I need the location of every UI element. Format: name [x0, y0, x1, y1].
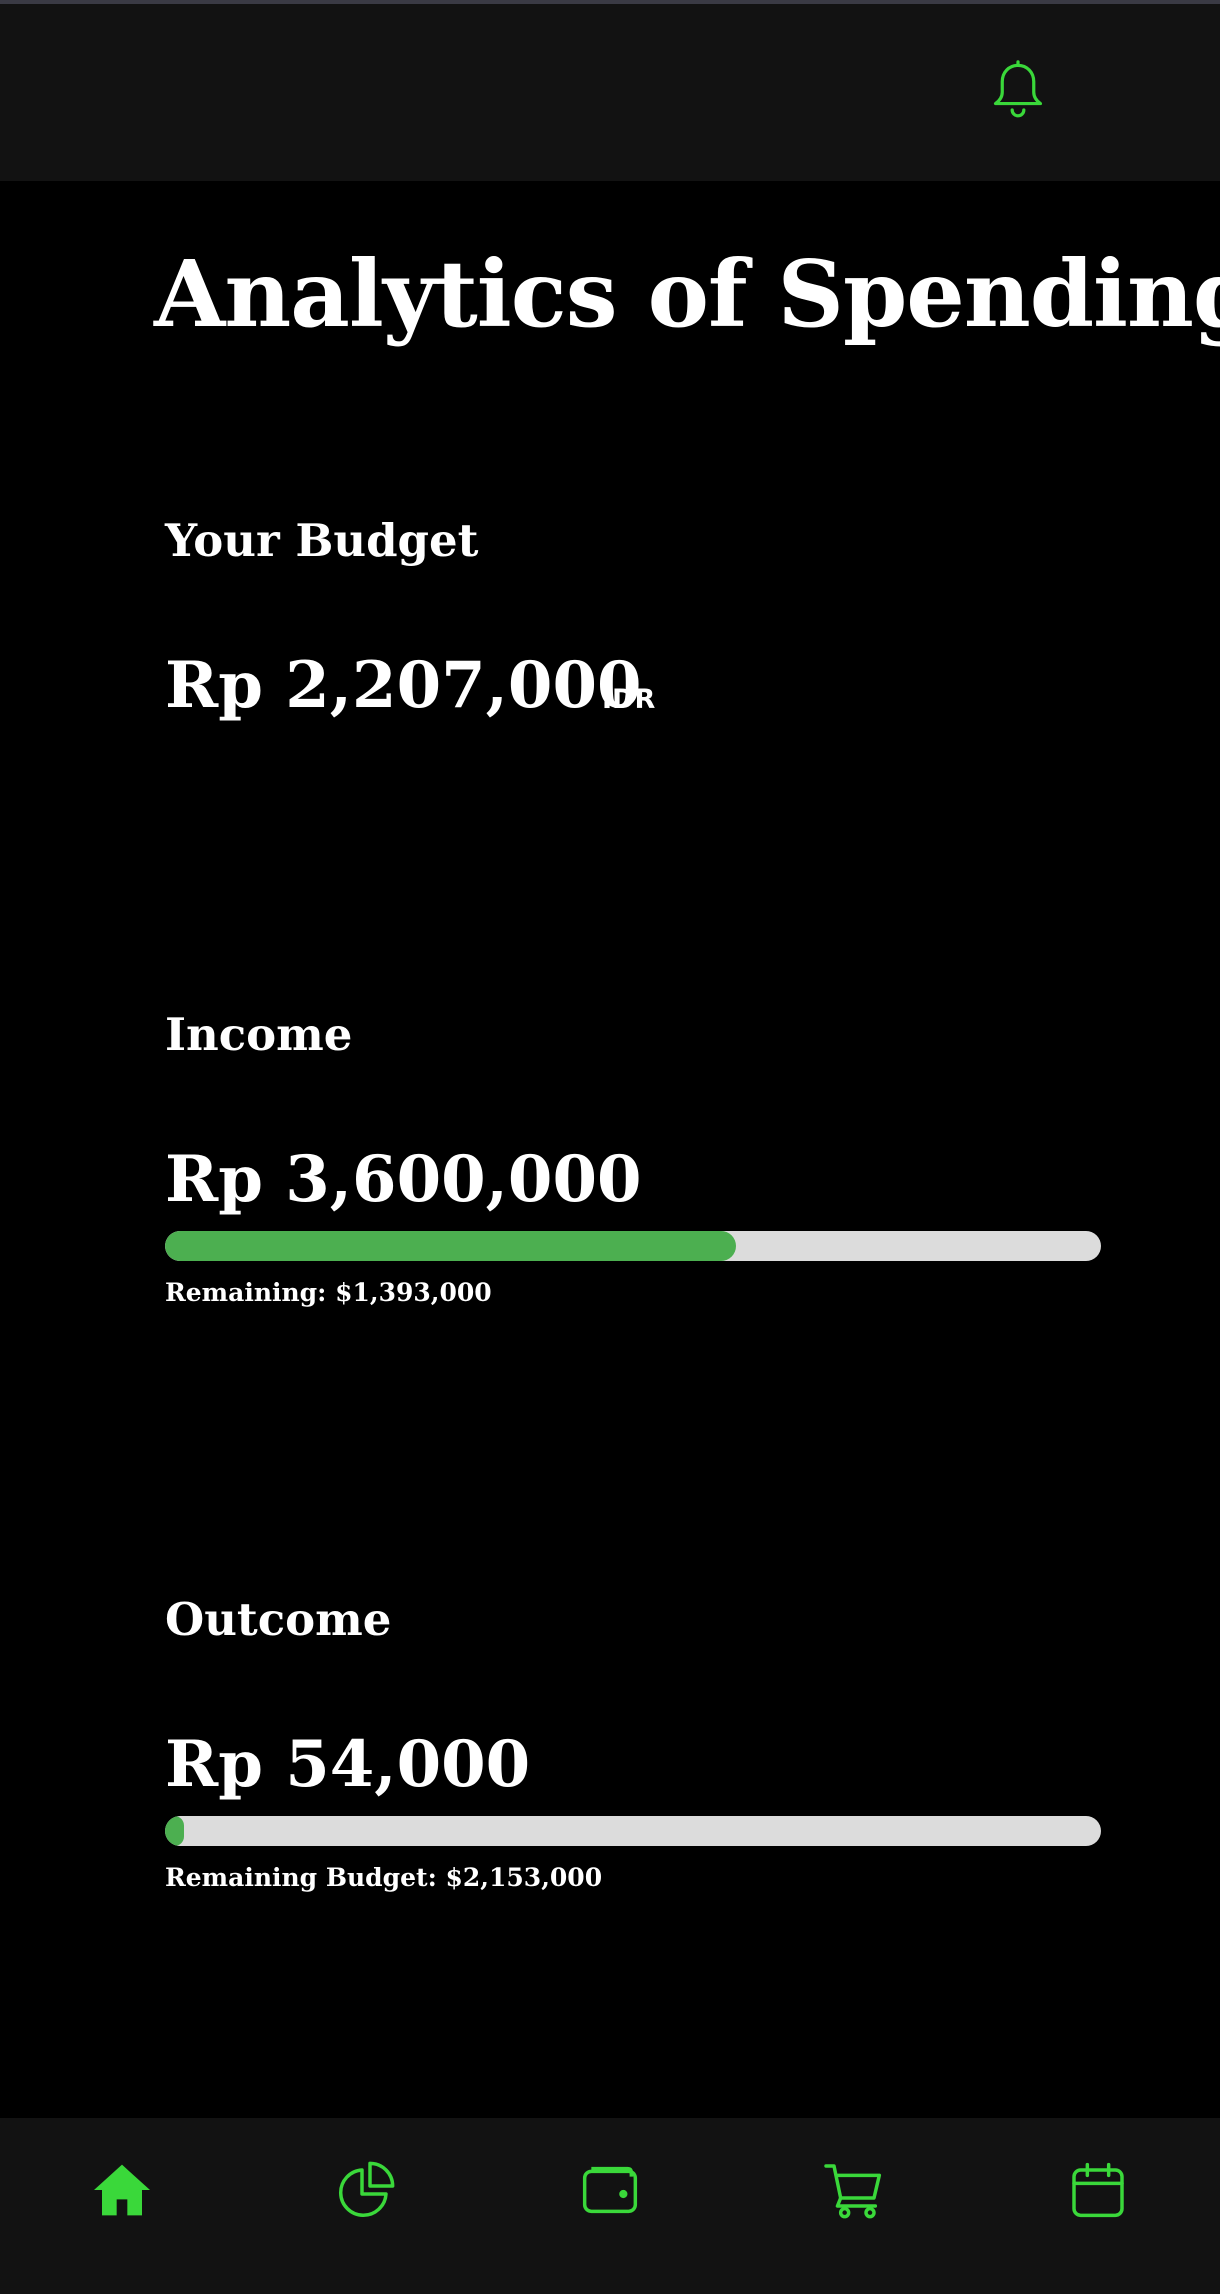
top-app-bar	[0, 4, 1220, 181]
income-amount: Rp 3,600,000	[165, 1142, 642, 1217]
nav-wallet[interactable]	[578, 2158, 642, 2222]
nav-analytics[interactable]	[334, 2158, 398, 2222]
nav-cart[interactable]	[822, 2158, 886, 2222]
income-progress-fill	[165, 1231, 736, 1261]
calendar-icon	[1072, 2162, 1124, 2218]
pie-chart-icon	[338, 2161, 395, 2218]
income-remaining-text: Remaining: $1,393,000	[165, 1278, 492, 1307]
nav-calendar[interactable]	[1066, 2158, 1130, 2222]
cart-icon	[824, 2164, 882, 2219]
income-label: Income	[165, 1008, 353, 1061]
income-progress-bar	[165, 1231, 1101, 1261]
budget-label: Your Budget	[165, 514, 479, 567]
bell-icon[interactable]	[983, 56, 1053, 126]
outcome-remaining-text: Remaining Budget: $2,153,000	[165, 1863, 603, 1892]
nav-home[interactable]	[90, 2158, 154, 2222]
wallet-icon	[582, 2166, 638, 2214]
budget-amount: Rp 2,207,000	[165, 648, 642, 723]
outcome-amount: Rp 54,000	[165, 1727, 531, 1802]
page-title: Analytics of Spending	[154, 240, 1220, 348]
bottom-nav	[0, 2118, 1220, 2294]
home-icon	[94, 2164, 150, 2216]
outcome-label: Outcome	[165, 1593, 392, 1646]
outcome-progress-bar	[165, 1816, 1101, 1846]
outcome-progress-fill	[165, 1816, 184, 1846]
currency-badge: IDR	[602, 684, 656, 715]
